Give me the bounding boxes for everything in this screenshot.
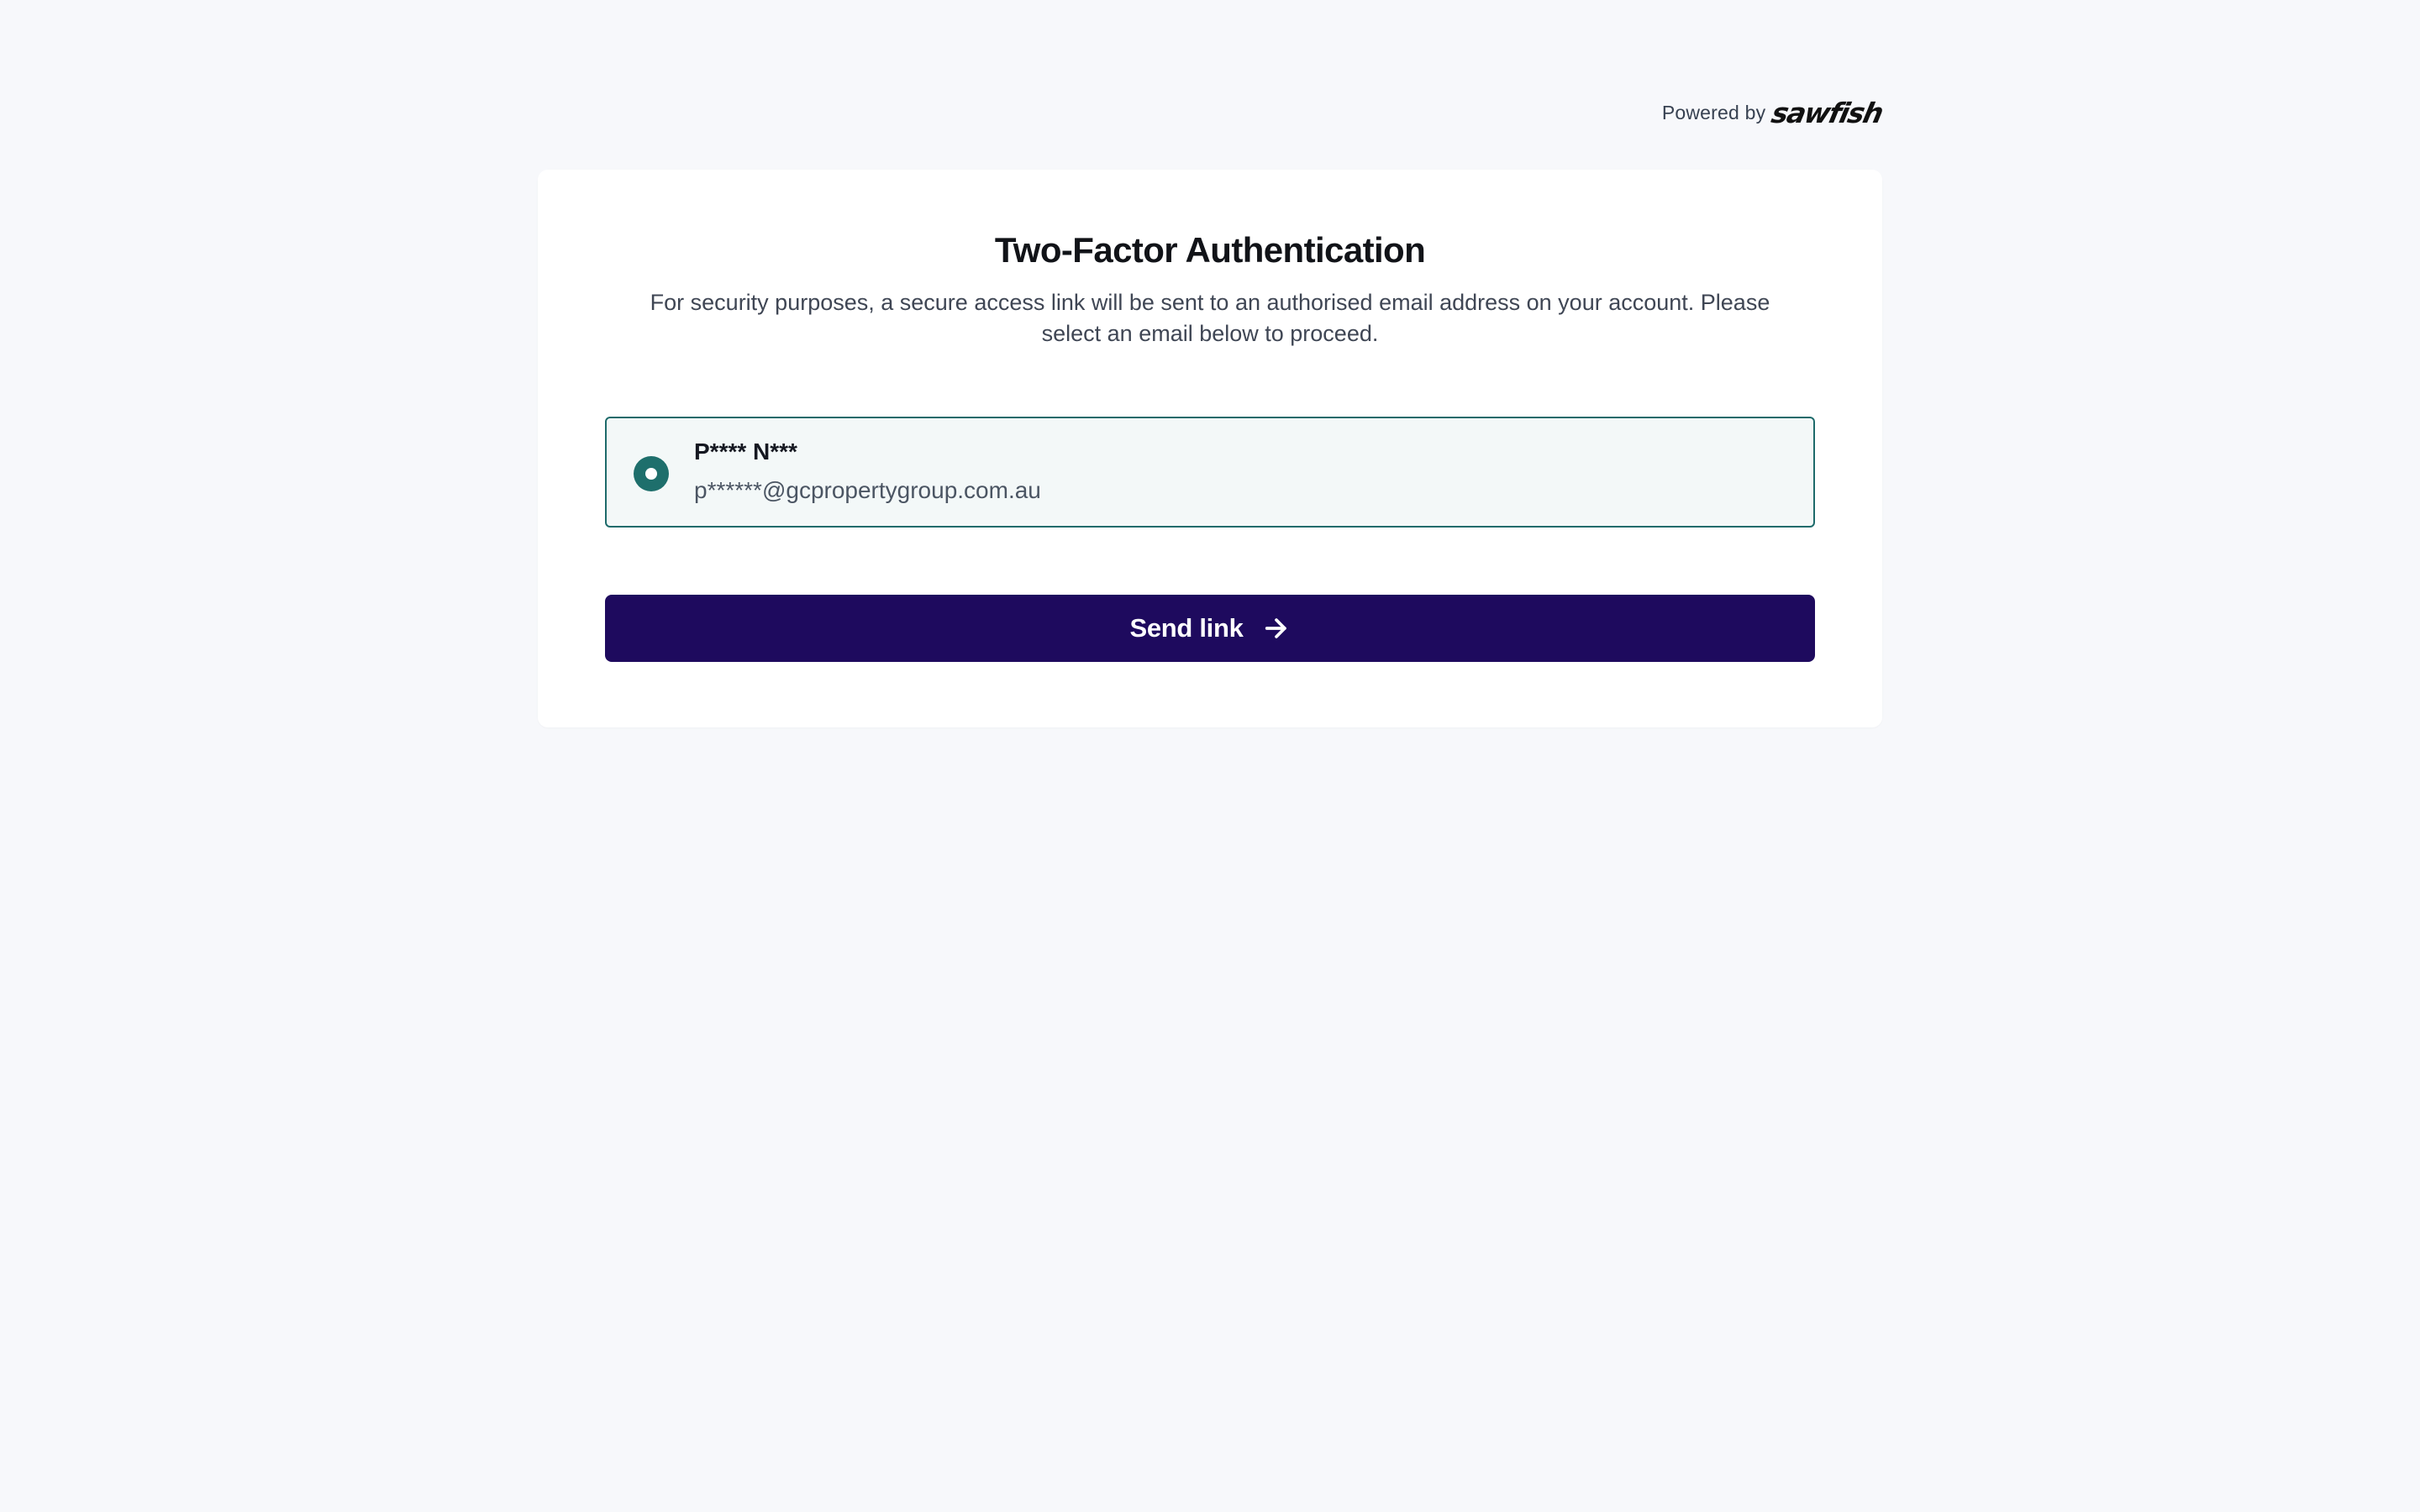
page: Powered by sawfish Two-Factor Authentica…: [0, 0, 2420, 1512]
email-option[interactable]: P**** N*** p******@gcpropertygroup.com.a…: [605, 417, 1815, 528]
email-option-address: p******@gcpropertygroup.com.au: [694, 477, 1041, 503]
powered-by: Powered by sawfish: [1661, 97, 1886, 129]
radio-selected-icon[interactable]: [634, 456, 669, 491]
powered-by-label: Powered by: [1661, 102, 1766, 123]
page-title: Two-Factor Authentication: [994, 230, 1426, 270]
send-link-button[interactable]: Send link: [605, 595, 1815, 662]
two-factor-card: Two-Factor Authentication For security p…: [538, 170, 1882, 727]
brand-logo: sawfish: [1769, 97, 1886, 129]
radio-dot: [645, 468, 657, 480]
email-option-name: P**** N***: [694, 438, 797, 465]
page-description: For security purposes, a secure access l…: [650, 290, 1770, 346]
arrow-right-icon: [1262, 614, 1291, 643]
send-link-label: Send link: [1129, 613, 1244, 643]
